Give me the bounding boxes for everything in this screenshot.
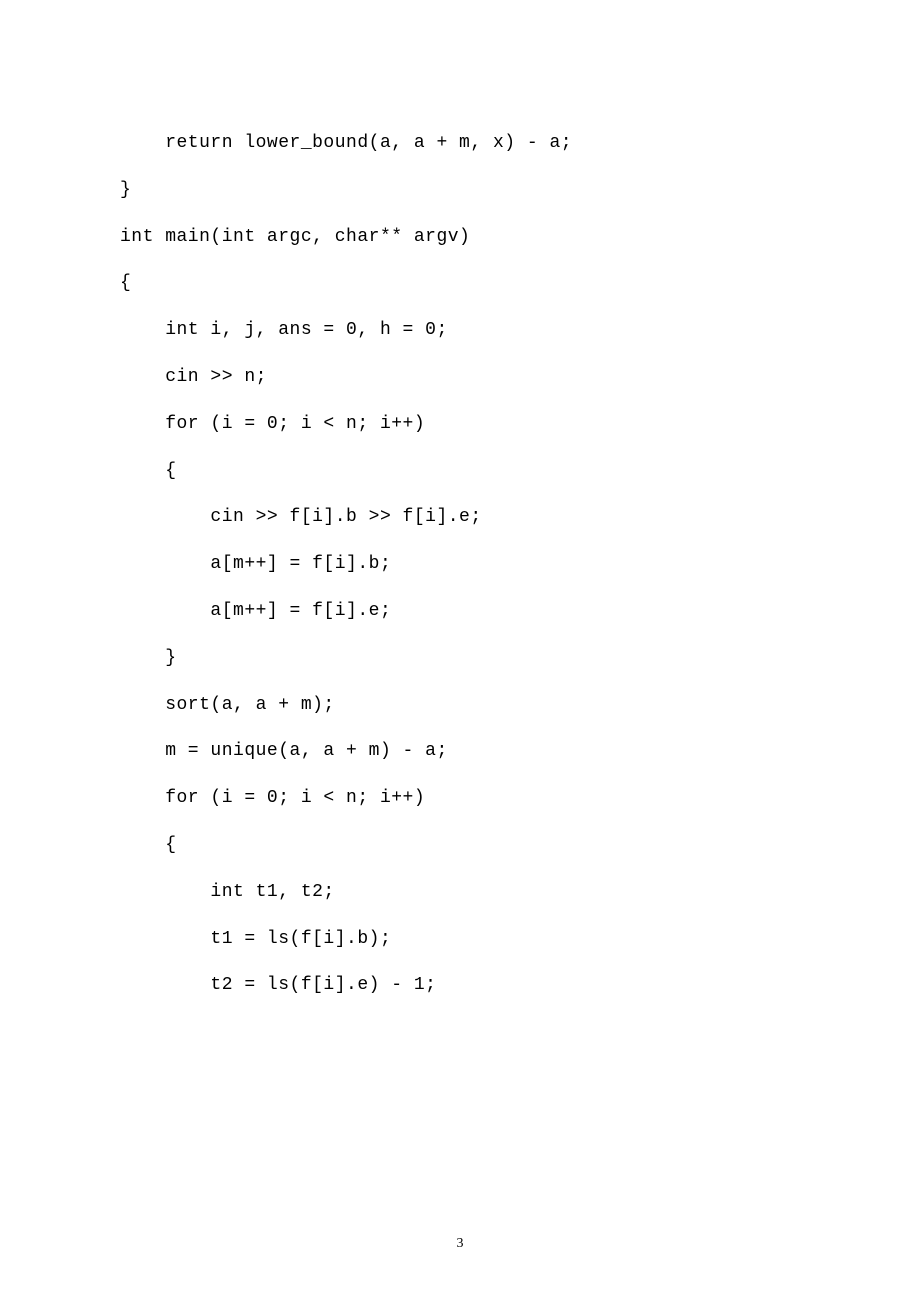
code-line: m = unique(a, a + m) - a; [120, 728, 800, 775]
page-number: 3 [0, 1236, 920, 1252]
code-line: int main(int argc, char** argv) [120, 214, 800, 261]
code-line: sort(a, a + m); [120, 682, 800, 729]
code-line: } [120, 635, 800, 682]
code-line: cin >> f[i].b >> f[i].e; [120, 494, 800, 541]
code-line: t2 = ls(f[i].e) - 1; [120, 962, 800, 1009]
code-line: for (i = 0; i < n; i++) [120, 401, 800, 448]
code-line: a[m++] = f[i].e; [120, 588, 800, 635]
code-line: return lower_bound(a, a + m, x) - a; [120, 120, 800, 167]
code-line: { [120, 448, 800, 495]
code-line: } [120, 167, 800, 214]
code-line: int i, j, ans = 0, h = 0; [120, 307, 800, 354]
code-line: a[m++] = f[i].b; [120, 541, 800, 588]
code-line: for (i = 0; i < n; i++) [120, 775, 800, 822]
code-line: cin >> n; [120, 354, 800, 401]
code-line: { [120, 822, 800, 869]
code-line: int t1, t2; [120, 869, 800, 916]
code-line: t1 = ls(f[i].b); [120, 916, 800, 963]
code-line: { [120, 260, 800, 307]
document-page: return lower_bound(a, a + m, x) - a; } i… [0, 0, 920, 1069]
